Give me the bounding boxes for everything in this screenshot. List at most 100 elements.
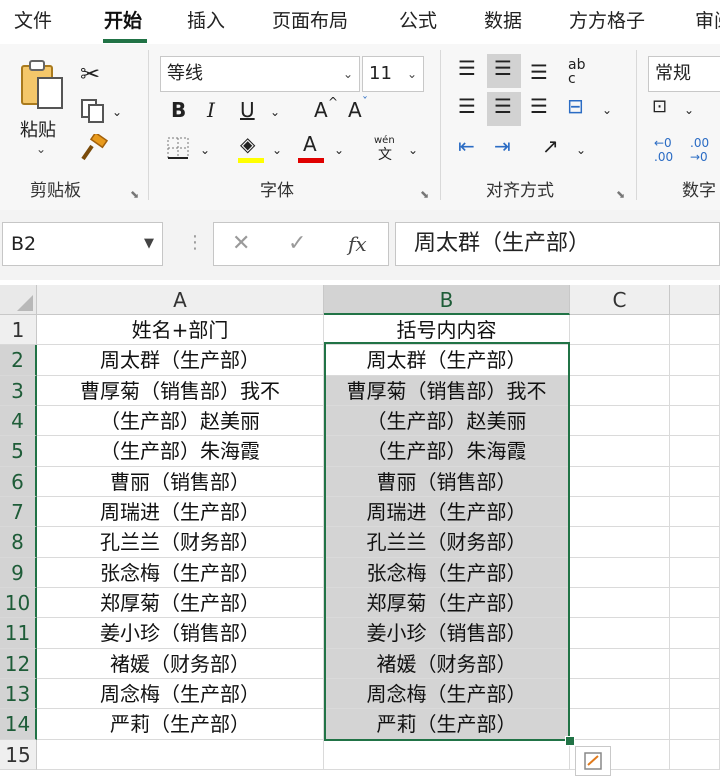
font-name-dropdown[interactable]: 等线 ⌄	[160, 56, 360, 92]
cell-d[interactable]	[670, 376, 720, 406]
cell-a[interactable]: 姓名+部门	[37, 315, 324, 345]
chevron-down-icon[interactable]: ⌄	[270, 106, 280, 118]
cancel-icon[interactable]: ✕	[232, 231, 250, 256]
cell-b[interactable]: 孔兰兰（财务部）	[324, 527, 570, 558]
cell-d[interactable]	[670, 679, 720, 709]
cell-b[interactable]: 褚媛（财务部）	[324, 649, 570, 679]
cell-b[interactable]: 曹丽（销售部）	[324, 467, 570, 497]
cell-c[interactable]	[570, 527, 670, 558]
dialog-launcher-icon[interactable]: ⬊	[420, 188, 429, 201]
chevron-down-icon[interactable]: ⌄	[408, 144, 418, 156]
align-right-icon[interactable]: ☰	[530, 96, 548, 116]
cell-b[interactable]: 曹厚菊（销售部）我不	[324, 376, 570, 406]
row-header[interactable]: 8	[0, 527, 37, 558]
chevron-down-icon[interactable]: ⌄	[272, 144, 282, 156]
wrap-orientation-icon[interactable]: ab c	[568, 58, 594, 86]
align-middle-icon[interactable]: ☰	[494, 58, 512, 78]
chevron-down-icon[interactable]: ⌄	[200, 144, 210, 156]
font-size-dropdown[interactable]: 11 ⌄	[362, 56, 424, 92]
tab-insert[interactable]: 插入	[187, 6, 225, 33]
number-format-dropdown[interactable]: 常规	[648, 56, 720, 92]
cell-b[interactable]: （生产部）朱海霞	[324, 436, 570, 467]
tab-home[interactable]: 开始	[104, 6, 142, 33]
cell-d[interactable]	[670, 527, 720, 558]
quick-analysis-button[interactable]	[575, 746, 611, 776]
cell-d[interactable]	[670, 406, 720, 436]
cell-b[interactable]: 周太群（生产部）	[324, 345, 570, 376]
row-header[interactable]: 2	[0, 345, 37, 376]
cell-d[interactable]	[670, 467, 720, 497]
grow-font-button[interactable]: A	[314, 100, 328, 120]
chevron-down-icon[interactable]: ⌄	[334, 144, 344, 156]
cell-c[interactable]	[570, 679, 670, 709]
cell-a[interactable]: （生产部）朱海霞	[37, 436, 324, 467]
align-center-icon[interactable]: ☰	[494, 96, 512, 116]
cell-a[interactable]: 郑厚菊（生产部）	[37, 588, 324, 618]
tab-formulas[interactable]: 公式	[399, 6, 437, 33]
cell-c[interactable]	[570, 497, 670, 527]
enter-icon[interactable]: ✓	[288, 231, 306, 256]
cell-a[interactable]: （生产部）赵美丽	[37, 406, 324, 436]
decrease-decimal-icon[interactable]: .00 →0	[690, 136, 718, 164]
row-header[interactable]: 13	[0, 679, 37, 709]
formula-input[interactable]: 周太群（生产部）	[395, 222, 720, 266]
cell-d[interactable]	[670, 497, 720, 527]
bold-button[interactable]: B	[171, 100, 186, 120]
column-header-d[interactable]	[670, 285, 720, 315]
insert-function-button[interactable]: fx	[348, 232, 367, 256]
row-header[interactable]: 3	[0, 376, 37, 406]
borders-icon[interactable]	[166, 136, 190, 160]
fill-handle[interactable]	[565, 736, 575, 746]
cell-b[interactable]: （生产部）赵美丽	[324, 406, 570, 436]
dialog-launcher-icon[interactable]: ⬊	[616, 188, 625, 201]
dialog-launcher-icon[interactable]: ⬊	[130, 188, 139, 201]
underline-button[interactable]: U	[240, 100, 255, 120]
splitter-handle[interactable]: ⋮	[186, 232, 204, 253]
name-box[interactable]: B2 ▼	[2, 222, 163, 266]
increase-decimal-icon[interactable]: ←0 .00	[654, 136, 682, 164]
cell-a[interactable]: 孔兰兰（财务部）	[37, 527, 324, 558]
chevron-down-icon[interactable]: ⌄	[112, 106, 122, 118]
cell-b[interactable]: 郑厚菊（生产部）	[324, 588, 570, 618]
align-left-icon[interactable]: ☰	[458, 96, 476, 116]
fill-color-icon[interactable]: ◈	[240, 134, 255, 154]
tab-fangfang-gezi[interactable]: 方方格子	[569, 6, 645, 33]
row-header[interactable]: 7	[0, 497, 37, 527]
align-top-icon[interactable]: ☰	[458, 58, 476, 78]
format-painter-icon[interactable]	[80, 134, 108, 162]
cell-b[interactable]: 张念梅（生产部）	[324, 558, 570, 588]
row-header[interactable]: 11	[0, 618, 37, 649]
row-header[interactable]: 6	[0, 467, 37, 497]
shrink-font-button[interactable]: A	[348, 100, 362, 120]
tab-review[interactable]: 审阅	[695, 6, 720, 33]
phonetic-bottom-text[interactable]: 文	[378, 148, 392, 162]
cell-d[interactable]	[670, 315, 720, 345]
cell-a[interactable]: 张念梅（生产部）	[37, 558, 324, 588]
row-header[interactable]: 14	[0, 709, 37, 740]
cell-c[interactable]	[570, 649, 670, 679]
cell-b[interactable]: 括号内内容	[324, 315, 570, 345]
currency-format-icon[interactable]: ⊡	[652, 98, 667, 116]
cell-a[interactable]: 曹厚菊（销售部）我不	[37, 376, 324, 406]
cell-c[interactable]	[570, 618, 670, 649]
cell-a[interactable]	[37, 740, 324, 770]
chevron-down-icon[interactable]: ⌄	[576, 144, 586, 156]
cell-b[interactable]: 严莉（生产部）	[324, 709, 570, 740]
cell-a[interactable]: 曹丽（销售部）	[37, 467, 324, 497]
row-header[interactable]: 10	[0, 588, 37, 618]
column-header-b[interactable]: B	[324, 285, 570, 315]
row-header[interactable]: 9	[0, 558, 37, 588]
cell-a[interactable]: 姜小珍（销售部）	[37, 618, 324, 649]
cell-a[interactable]: 周念梅（生产部）	[37, 679, 324, 709]
cell-b[interactable]: 姜小珍（销售部）	[324, 618, 570, 649]
cell-c[interactable]	[570, 406, 670, 436]
cell-d[interactable]	[670, 618, 720, 649]
select-all-corner[interactable]	[0, 285, 37, 315]
cell-d[interactable]	[670, 649, 720, 679]
cell-d[interactable]	[670, 588, 720, 618]
cell-c[interactable]	[570, 436, 670, 467]
cell-c[interactable]	[570, 376, 670, 406]
align-bottom-icon[interactable]: ☰	[530, 62, 548, 82]
orientation-icon[interactable]: ↗	[542, 136, 559, 156]
tab-data[interactable]: 数据	[484, 6, 522, 33]
